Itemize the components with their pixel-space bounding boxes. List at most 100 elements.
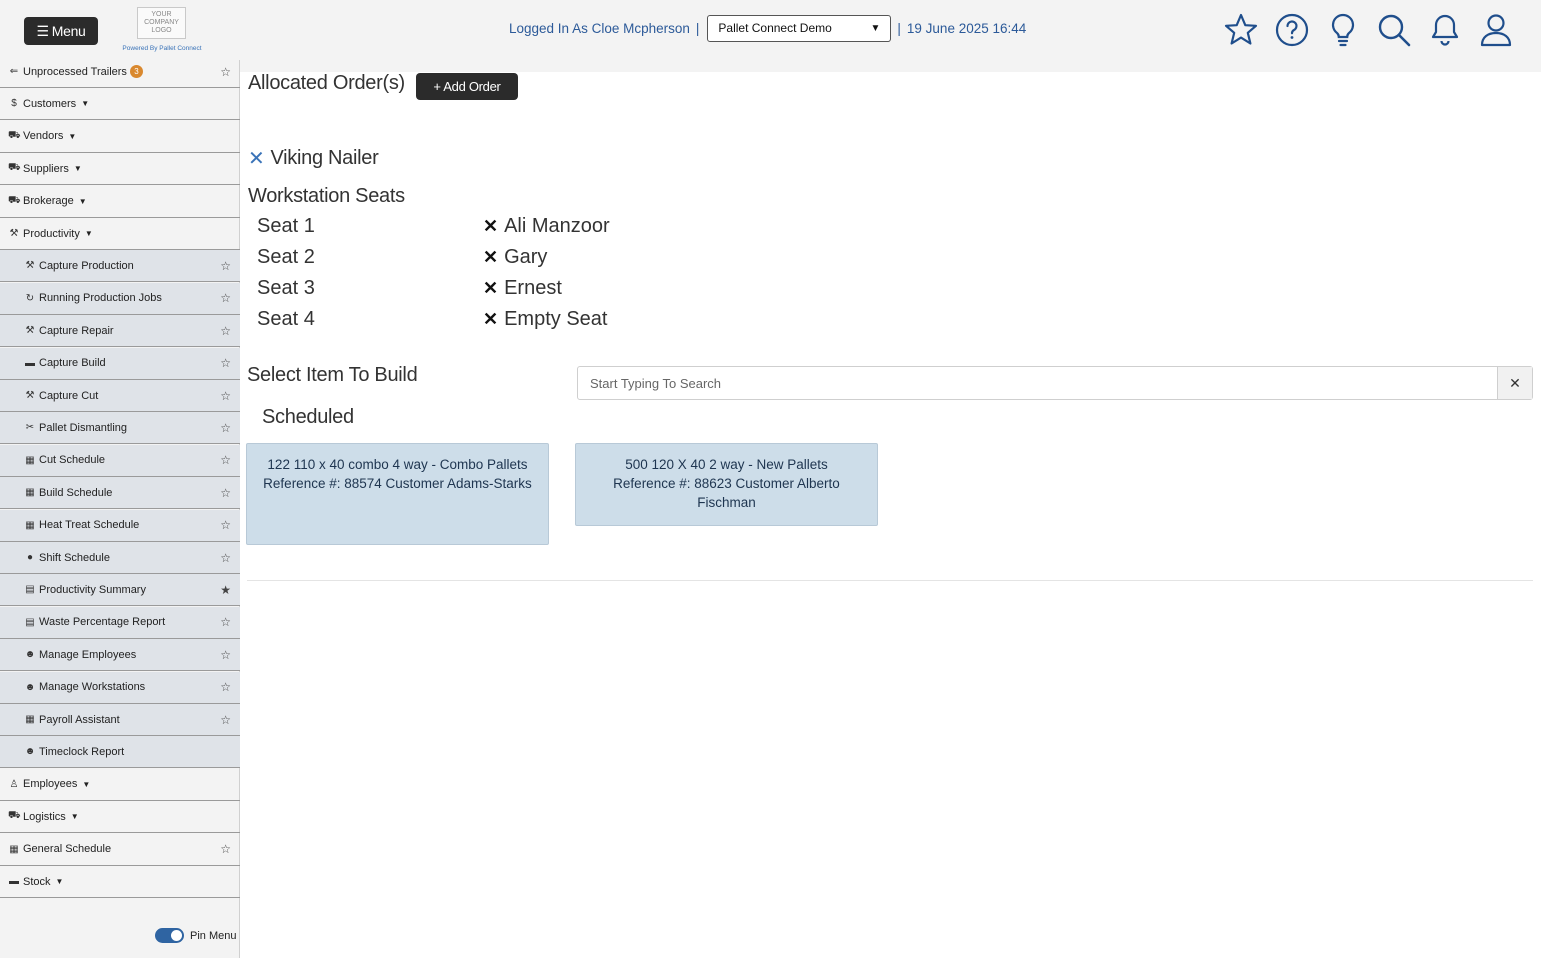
star-icon[interactable]: ☆ xyxy=(220,65,231,79)
sidebar-item-manage-employees[interactable]: ☻ Manage Employees ☆ xyxy=(0,639,240,672)
pin-menu-toggle[interactable] xyxy=(155,928,184,943)
sidebar-item-unprocessed-trailers[interactable]: ⇐ Unprocessed Trailers 3 ☆ xyxy=(0,56,240,88)
scheduled-job-card[interactable]: 122 110 x 40 combo 4 way - Combo Pallets… xyxy=(246,443,549,545)
star-icon[interactable]: ☆ xyxy=(220,486,231,500)
sidebar-item-shift-schedule[interactable]: ● Shift Schedule ☆ xyxy=(0,542,240,574)
remove-employee-icon[interactable]: ✕ xyxy=(483,216,498,237)
sidebar-item-productivity[interactable]: ⚒ Productivity ▼ xyxy=(0,218,240,250)
sidebar-item-capture-cut[interactable]: ⚒ Capture Cut ☆ xyxy=(0,380,240,412)
sidebar-item-label: Pallet Dismantling xyxy=(39,421,128,434)
star-icon[interactable]: ☆ xyxy=(220,648,231,662)
star-filled-icon[interactable]: ★ xyxy=(220,583,231,597)
seat-label: Seat 3 xyxy=(257,277,315,299)
sidebar-item-capture-repair[interactable]: ⚒ Capture Repair ☆ xyxy=(0,315,240,348)
job-reference: Reference #: 88623 Customer Alberto Fisc… xyxy=(613,476,840,510)
hamburger-icon: ☰ xyxy=(36,22,49,39)
search-icon[interactable] xyxy=(1375,10,1413,50)
clock-icon: ● xyxy=(26,552,34,563)
company-select[interactable]: Pallet Connect Demo ▼ xyxy=(707,14,892,42)
sidebar-item-timeclock-report[interactable]: ☻ Timeclock Report xyxy=(0,736,240,769)
star-icon[interactable]: ☆ xyxy=(220,680,231,694)
seat-row: Seat 1 ✕ Ali Manzoor xyxy=(257,215,757,243)
star-icon[interactable]: ☆ xyxy=(220,421,231,435)
star-icon[interactable]: ☆ xyxy=(220,713,231,727)
sidebar-item-label: Brokerage xyxy=(23,195,74,208)
help-icon[interactable] xyxy=(1273,10,1311,50)
hammer-icon: ⚒ xyxy=(25,260,35,272)
sidebar-item-brokerage[interactable]: ⛟ Brokerage ▼ xyxy=(0,186,240,218)
sidebar-item-payroll-assistant[interactable]: ▦ Payroll Assistant ☆ xyxy=(0,704,240,736)
sidebar-item-suppliers[interactable]: ⛟ Suppliers ▼ xyxy=(0,153,240,186)
sidebar-item-stock[interactable]: ▬ Stock ▼ xyxy=(0,866,240,898)
sidebar-item-general-schedule[interactable]: ▦ General Schedule ☆ xyxy=(0,834,240,866)
sidebar-item-label: Cut Schedule xyxy=(39,454,106,467)
caret-down-icon: ▼ xyxy=(81,99,90,109)
star-icon[interactable]: ☆ xyxy=(220,551,231,565)
clear-search-button[interactable]: ✕ xyxy=(1497,367,1532,399)
sidebar-item-productivity-summary[interactable]: ▤ Productivity Summary ★ xyxy=(0,574,240,607)
sidebar-item-label: Build Schedule xyxy=(39,486,113,499)
sidebar-item-running-production-jobs[interactable]: ↻ Running Production Jobs ☆ xyxy=(0,282,240,315)
users-icon: ☻ xyxy=(24,649,36,661)
sidebar-item-capture-production[interactable]: ⚒ Capture Production ☆ xyxy=(0,250,240,283)
sidebar-item-label: Vendors xyxy=(23,130,64,143)
scheduled-job-card[interactable]: 500 120 X 40 2 way - New Pallets Referen… xyxy=(575,443,878,526)
star-icon[interactable]: ☆ xyxy=(220,389,231,403)
sidebar-item-label: Employees xyxy=(23,778,78,791)
users-icon: ☻ xyxy=(24,681,36,693)
caret-down-icon: ▼ xyxy=(84,229,93,238)
remove-employee-icon[interactable]: ✕ xyxy=(483,247,498,268)
seat-employee: Ernest xyxy=(504,277,562,299)
sidebar-item-capture-build[interactable]: ▬ Capture Build ☆ xyxy=(0,347,240,380)
remove-machine-icon[interactable]: ✕ xyxy=(248,146,265,171)
star-icon[interactable]: ☆ xyxy=(220,259,231,273)
user-icon[interactable] xyxy=(1477,10,1515,50)
header-session-info: Logged In As Cloe Mcpherson | Pallet Con… xyxy=(509,14,1026,42)
item-search-input[interactable] xyxy=(578,367,1497,399)
sidebar-item-employees[interactable]: ♙ Employees ▼ xyxy=(0,769,240,801)
seat-label: Seat 4 xyxy=(257,308,315,330)
star-icon[interactable]: ☆ xyxy=(220,615,231,629)
sidebar-item-logistics[interactable]: ⛟ Logistics ▼ xyxy=(0,801,240,834)
seat-row: Seat 3 ✕ Ernest xyxy=(257,277,757,305)
seat-row: Seat 4 ✕ Empty Seat xyxy=(257,308,757,336)
caret-down-icon: ▼ xyxy=(78,196,87,206)
pallet-icon: ▬ xyxy=(25,357,35,369)
bell-icon[interactable] xyxy=(1426,10,1464,50)
lightbulb-icon[interactable] xyxy=(1324,10,1362,50)
star-icon[interactable] xyxy=(1222,10,1260,50)
header-icon-bar xyxy=(1222,10,1515,50)
sidebar-item-label: Productivity xyxy=(23,227,80,240)
star-icon[interactable]: ☆ xyxy=(220,842,231,856)
sidebar-item-manage-workstations[interactable]: ☻ Manage Workstations ☆ xyxy=(0,671,240,704)
seat-row: Seat 2 ✕ Gary xyxy=(257,246,757,274)
sidebar-item-cut-schedule[interactable]: ▦ Cut Schedule ☆ xyxy=(0,444,240,477)
sidebar-item-build-schedule[interactable]: ▦ Build Schedule ☆ xyxy=(0,477,240,510)
menu-button[interactable]: ☰ Menu xyxy=(24,17,98,45)
sidebar-item-label: Running Production Jobs xyxy=(39,292,162,305)
menu-label: Menu xyxy=(51,23,86,39)
company-logo[interactable]: YOUR COMPANY LOGO xyxy=(137,7,186,39)
sidebar-item-pallet-dismantling[interactable]: ✂ Pallet Dismantling ☆ xyxy=(0,412,240,445)
remove-employee-icon[interactable]: ✕ xyxy=(483,309,498,330)
add-order-button[interactable]: + Add Order xyxy=(416,73,518,100)
scheduled-title: Scheduled xyxy=(262,406,354,428)
star-icon[interactable]: ☆ xyxy=(220,356,231,370)
sidebar-item-customers[interactable]: $ Customers ▼ xyxy=(0,88,240,121)
star-icon[interactable]: ☆ xyxy=(220,324,231,338)
trailer-icon: ⇐ xyxy=(9,66,19,77)
seat-employee: Ali Manzoor xyxy=(504,215,610,237)
star-icon[interactable]: ☆ xyxy=(220,453,231,467)
sidebar-item-waste-percentage-report[interactable]: ▤ Waste Percentage Report ☆ xyxy=(0,606,240,639)
sidebar-item-label: Suppliers xyxy=(23,162,69,175)
sidebar-item-heat-treat-schedule[interactable]: ▦ Heat Treat Schedule ☆ xyxy=(0,509,240,542)
sidebar-item-label: Unprocessed Trailers xyxy=(23,65,127,78)
user-clock-icon: ☻ xyxy=(24,746,36,758)
pin-menu-control: Pin Menu xyxy=(155,928,236,943)
sidebar-item-vendors[interactable]: ⛟ Vendors ▼ xyxy=(0,121,240,153)
star-icon[interactable]: ☆ xyxy=(220,518,231,532)
remove-employee-icon[interactable]: ✕ xyxy=(483,278,498,299)
star-icon[interactable]: ☆ xyxy=(220,291,231,305)
truck-icon: ⛟ xyxy=(8,162,21,174)
caret-down-icon: ▼ xyxy=(70,812,79,822)
